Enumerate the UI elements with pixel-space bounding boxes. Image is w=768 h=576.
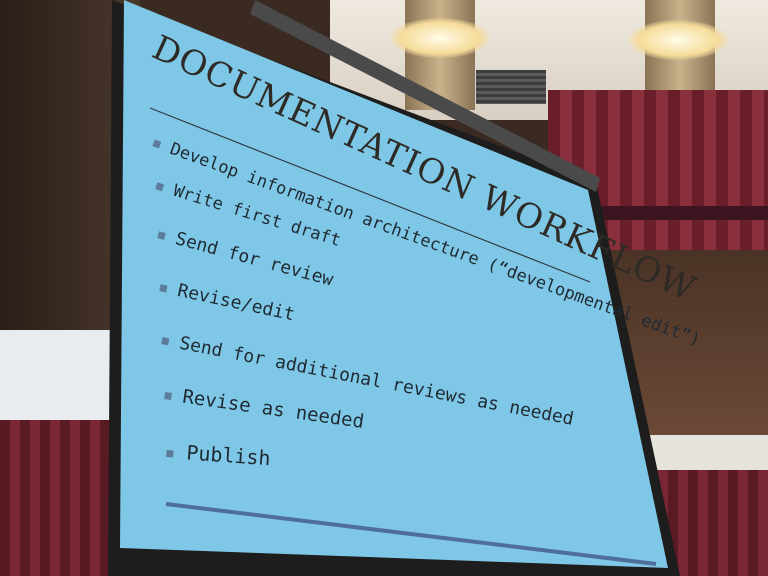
bullet-marker [159,284,168,293]
projection-screen: DOCUMENTATION WORKFLOW Develop informati… [108,0,703,576]
bullet-marker [164,392,173,400]
bullet-marker [161,337,170,346]
bullet-marker [166,450,174,458]
